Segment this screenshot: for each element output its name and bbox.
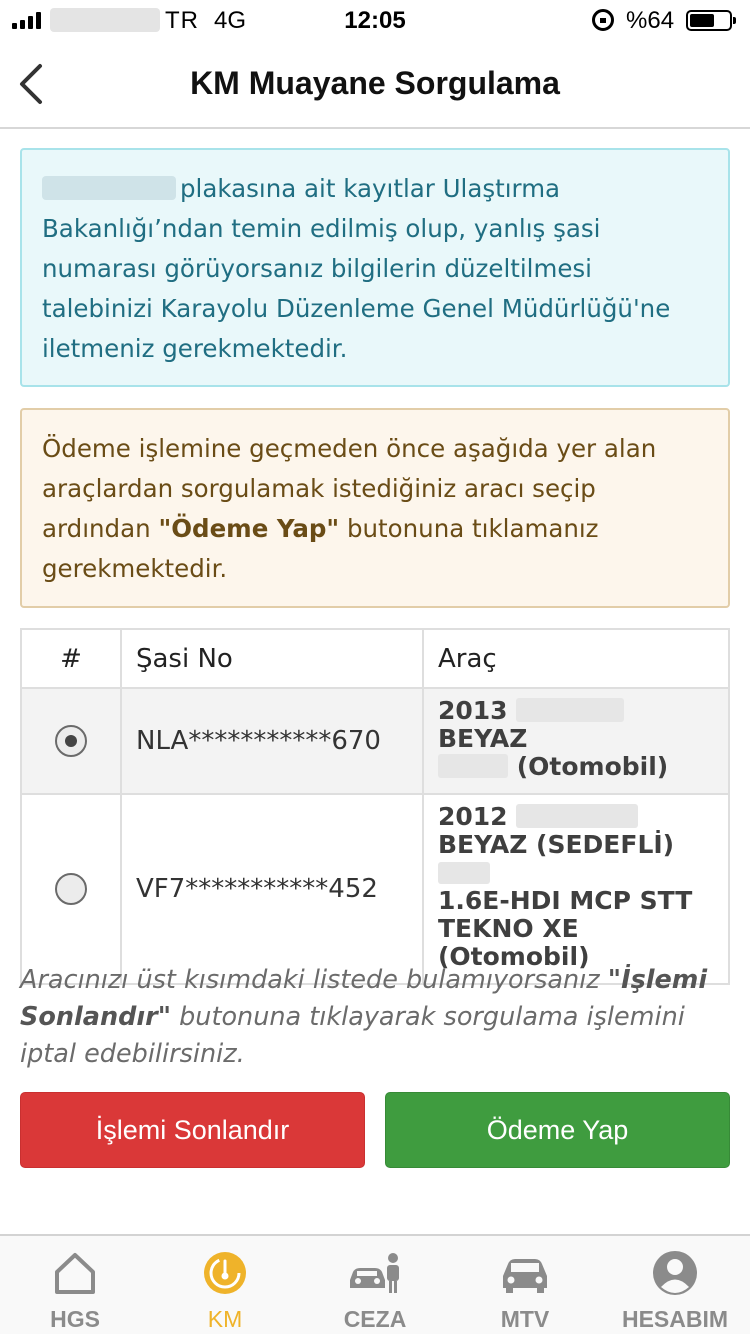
battery-percentage: %64 [626, 7, 675, 34]
table-header-row: # Şasi No Araç [20, 628, 730, 689]
make-payment-button[interactable]: Ödeme Yap [385, 1092, 730, 1168]
vehicle-description: 2013 BEYAZ (Otomobil) [422, 687, 730, 795]
tab-label: HESABIM [621, 1306, 729, 1332]
table-row[interactable]: VF7***********452 2012 BEYAZ (SEDEFLİ) 1… [20, 793, 730, 985]
navigation-bar: KM Muayane Sorgulama [0, 40, 750, 129]
tab-label: CEZA [343, 1306, 407, 1332]
tab-label: KM [207, 1306, 243, 1332]
vehicle-model-line-1: 1.6E-HDI MCP STT [438, 886, 693, 915]
help-note-start: Aracınızı üst kısımdaki listede bulamıyo… [20, 965, 608, 995]
column-header-vehicle: Araç [422, 628, 730, 689]
vehicle-description: 2012 BEYAZ (SEDEFLİ) 1.6E-HDI MCP STT TE… [422, 793, 730, 985]
row-select-cell [20, 793, 122, 985]
bottom-tab-bar: HGS KM CEZA MTV HESABIM [0, 1234, 750, 1334]
battery-icon [686, 10, 736, 31]
column-header-chassis: Şasi No [120, 628, 424, 689]
vehicle-model-blurred [438, 754, 508, 778]
page-title: KM Muayane Sorgulama [190, 65, 560, 101]
vehicle-year: 2012 [438, 802, 508, 831]
vehicle-model-line-2: TEKNO XE [438, 914, 579, 943]
vehicle-brand-blurred [516, 804, 639, 828]
home-icon [55, 1253, 95, 1294]
vehicle-type: (Otomobil) [516, 752, 669, 781]
vehicle-table: # Şasi No Araç NLA***********670 2013 BE… [20, 628, 730, 985]
chassis-number: NLA***********670 [120, 687, 424, 795]
orientation-lock-icon [592, 9, 614, 31]
table-row[interactable]: NLA***********670 2013 BEYAZ (Otomobil) [20, 687, 730, 795]
row-select-cell [20, 687, 122, 795]
warning-text-bold: "Ödeme Yap" [158, 514, 340, 543]
radio-unselected[interactable] [55, 873, 87, 905]
tab-ceza[interactable]: CEZA [300, 1236, 450, 1334]
tab-km[interactable]: KM [150, 1236, 300, 1334]
status-bar: TR 4G 12:05 %64 [0, 0, 750, 40]
info-alert-text: plakasına ait kayıtlar Ulaştırma Bakanlı… [42, 174, 671, 363]
warning-alert: Ödeme işlemine geçmeden önce aşağıda yer… [20, 408, 730, 608]
column-header-index: # [20, 628, 122, 689]
chassis-number: VF7***********452 [120, 793, 424, 985]
tab-mtv[interactable]: MTV [450, 1236, 600, 1334]
vehicle-model-blurred [438, 862, 490, 884]
radio-selected[interactable] [55, 725, 87, 757]
user-icon [653, 1251, 697, 1295]
vehicle-color: BEYAZ [438, 724, 528, 753]
plate-number-blurred [42, 176, 176, 200]
tab-label: HGS [50, 1306, 100, 1332]
info-alert: plakasına ait kayıtlar Ulaştırma Bakanlı… [20, 148, 730, 387]
end-process-button[interactable]: İşlemi Sonlandır [20, 1092, 365, 1168]
car-icon [503, 1259, 547, 1293]
vehicle-year: 2013 [438, 696, 508, 725]
tab-label: MTV [500, 1306, 550, 1332]
help-note: Aracınızı üst kısımdaki listede bulamıyo… [20, 962, 735, 1073]
vehicle-color: BEYAZ (SEDEFLİ) [438, 830, 675, 859]
speedometer-icon [204, 1252, 246, 1294]
vehicle-brand-blurred [516, 698, 625, 722]
tab-hesabim[interactable]: HESABIM [600, 1236, 750, 1334]
police-car-icon [350, 1253, 399, 1293]
tab-hgs[interactable]: HGS [0, 1236, 150, 1334]
